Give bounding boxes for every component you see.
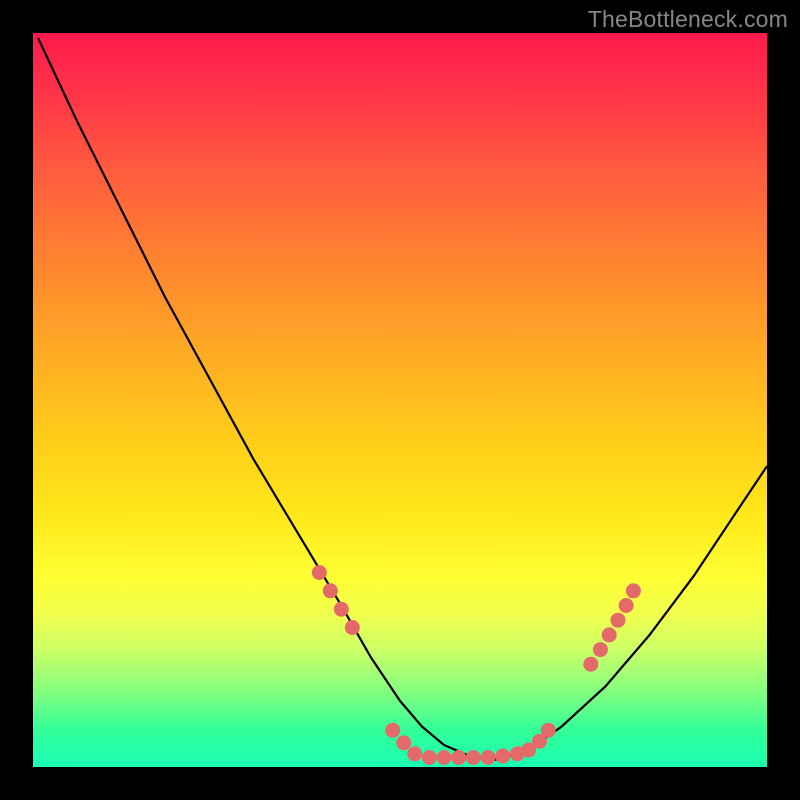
chart-frame: TheBottleneck.com bbox=[0, 0, 800, 800]
data-marker bbox=[593, 642, 608, 657]
data-marker bbox=[334, 602, 349, 617]
data-marker bbox=[602, 627, 617, 642]
data-marker bbox=[451, 750, 466, 765]
data-marker bbox=[396, 735, 411, 750]
data-marker bbox=[495, 749, 510, 764]
data-marker bbox=[619, 598, 634, 613]
data-marker bbox=[385, 723, 400, 738]
data-marker bbox=[481, 750, 496, 765]
data-marker bbox=[323, 583, 338, 598]
data-marker bbox=[466, 750, 481, 765]
data-marker bbox=[422, 750, 437, 765]
data-marker bbox=[626, 583, 641, 598]
data-marker bbox=[437, 750, 452, 765]
data-marker bbox=[583, 657, 598, 672]
chart-svg bbox=[33, 33, 767, 767]
plot-area bbox=[33, 33, 767, 767]
data-marker bbox=[407, 746, 422, 761]
data-marker bbox=[541, 723, 556, 738]
curve-line bbox=[38, 38, 767, 760]
watermark-text: TheBottleneck.com bbox=[588, 6, 788, 33]
curve-markers bbox=[312, 565, 641, 765]
data-marker bbox=[312, 565, 327, 580]
data-marker bbox=[345, 620, 360, 635]
data-marker bbox=[611, 613, 626, 628]
